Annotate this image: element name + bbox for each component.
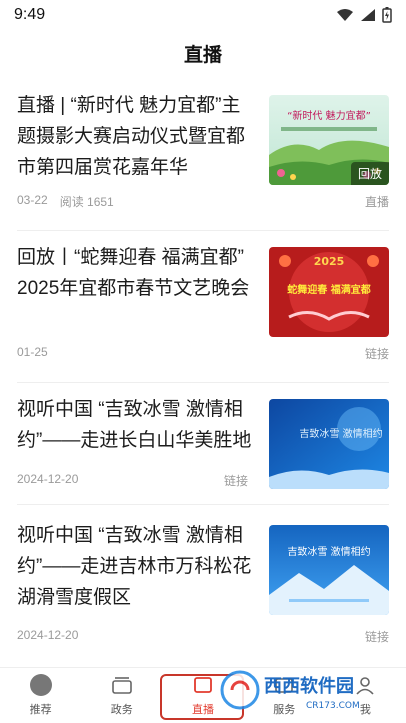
card-date: 2024-12-20 [17, 628, 79, 642]
card-date: 03-22 [17, 193, 48, 207]
feed-card[interactable]: 直播 | “新时代 魅力宜都”主题摄影大赛启动仪式暨宜都市第四届赏花嘉年华 03… [17, 80, 389, 231]
thumb-title-text: “新时代 魅力宜都” [287, 109, 371, 122]
thumb-title-text: 吉致冰雪 激情相约 [287, 545, 370, 558]
tab-label: 政务 [110, 704, 133, 716]
signal-icon [361, 9, 375, 21]
tab-label: 推荐 [29, 704, 52, 716]
card-thumbnail[interactable]: “新时代 魅力宜都” 回放 [269, 95, 389, 185]
page-header: 直播 [0, 30, 406, 76]
card-tag: 链接 [364, 630, 389, 644]
thumb-title-text: 蛇舞迎春 福满宜都 [287, 283, 370, 296]
stack-icon [111, 672, 133, 698]
card-date: 2024-12-20 [17, 472, 79, 486]
card-meta: 03-22 阅读 1651 [17, 193, 114, 210]
card-tag: 直播 [364, 195, 389, 209]
site-watermark-logo: 西西软件园 CR173.COM [220, 670, 360, 711]
tab-government[interactable]: 政务 [81, 668, 162, 723]
thumb-year-text: 2025 [314, 255, 345, 268]
card-meta: 2024-12-20 [17, 628, 78, 642]
card-thumbnail[interactable]: 吉致冰雪 激情相约 [269, 525, 389, 615]
status-icons [336, 7, 392, 23]
card-headline[interactable]: 视听中国 “吉致冰雪 激情相约”——走进长白山华美胜地 [17, 394, 253, 456]
feed-card[interactable]: 回放丨“蛇舞迎春 福满宜都” 2025年宜都市春节文艺晚会 01-25 链接 2… [17, 232, 389, 383]
card-headline[interactable]: 回放丨“蛇舞迎春 福满宜都” 2025年宜都市春节文艺晚会 [17, 242, 253, 304]
card-headline[interactable]: 直播 | “新时代 魅力宜都”主题摄影大赛启动仪式暨宜都市第四届赏花嘉年华 [17, 90, 253, 183]
feed-card[interactable]: 视听中国 “吉致冰雪 激情相约”——走进长白山华美胜地 链接 2024-12-2… [17, 384, 389, 505]
card-tag: 链接 [224, 474, 249, 488]
card-thumbnail[interactable]: 2025 蛇舞迎春 福满宜都 [269, 247, 389, 337]
card-read-count: 阅读 1651 [59, 195, 114, 209]
ski-resort-image: 吉致冰雪 激情相约 [269, 525, 389, 615]
snow-scene-image: 吉致冰雪 激情相约 [269, 399, 389, 489]
battery-icon [382, 7, 392, 23]
page-title: 直播 [183, 44, 222, 66]
card-meta: 2024-12-20 [17, 472, 78, 486]
feed-card[interactable]: 视听中国 “吉致冰雪 激情相约”——走进吉林市万科松花湖滑雪度假区 2024-1… [17, 510, 389, 671]
wifi-icon [337, 9, 353, 21]
card-thumbnail[interactable]: 吉致冰雪 激情相约 [269, 399, 389, 489]
replay-badge: 回放 [350, 162, 389, 185]
status-bar: 9:49 [0, 0, 406, 30]
card-tag: 链接 [364, 347, 389, 361]
thumb-title-text: 吉致冰雪 激情相约 [299, 427, 382, 440]
spring-festival-image: 2025 蛇舞迎春 福满宜都 [269, 247, 389, 337]
tab-recommend[interactable]: 推荐 [0, 668, 81, 723]
card-date: 01-25 [17, 345, 48, 359]
watermark-text: 西西软件园 [264, 675, 354, 697]
home-circle-icon [29, 672, 53, 698]
card-headline[interactable]: 视听中国 “吉致冰雪 激情相约”——走进吉林市万科松花湖滑雪度假区 [17, 520, 253, 613]
card-meta: 01-25 [17, 345, 48, 359]
watermark-subtext: CR173.COM [306, 701, 360, 711]
status-time: 9:49 [14, 6, 46, 23]
